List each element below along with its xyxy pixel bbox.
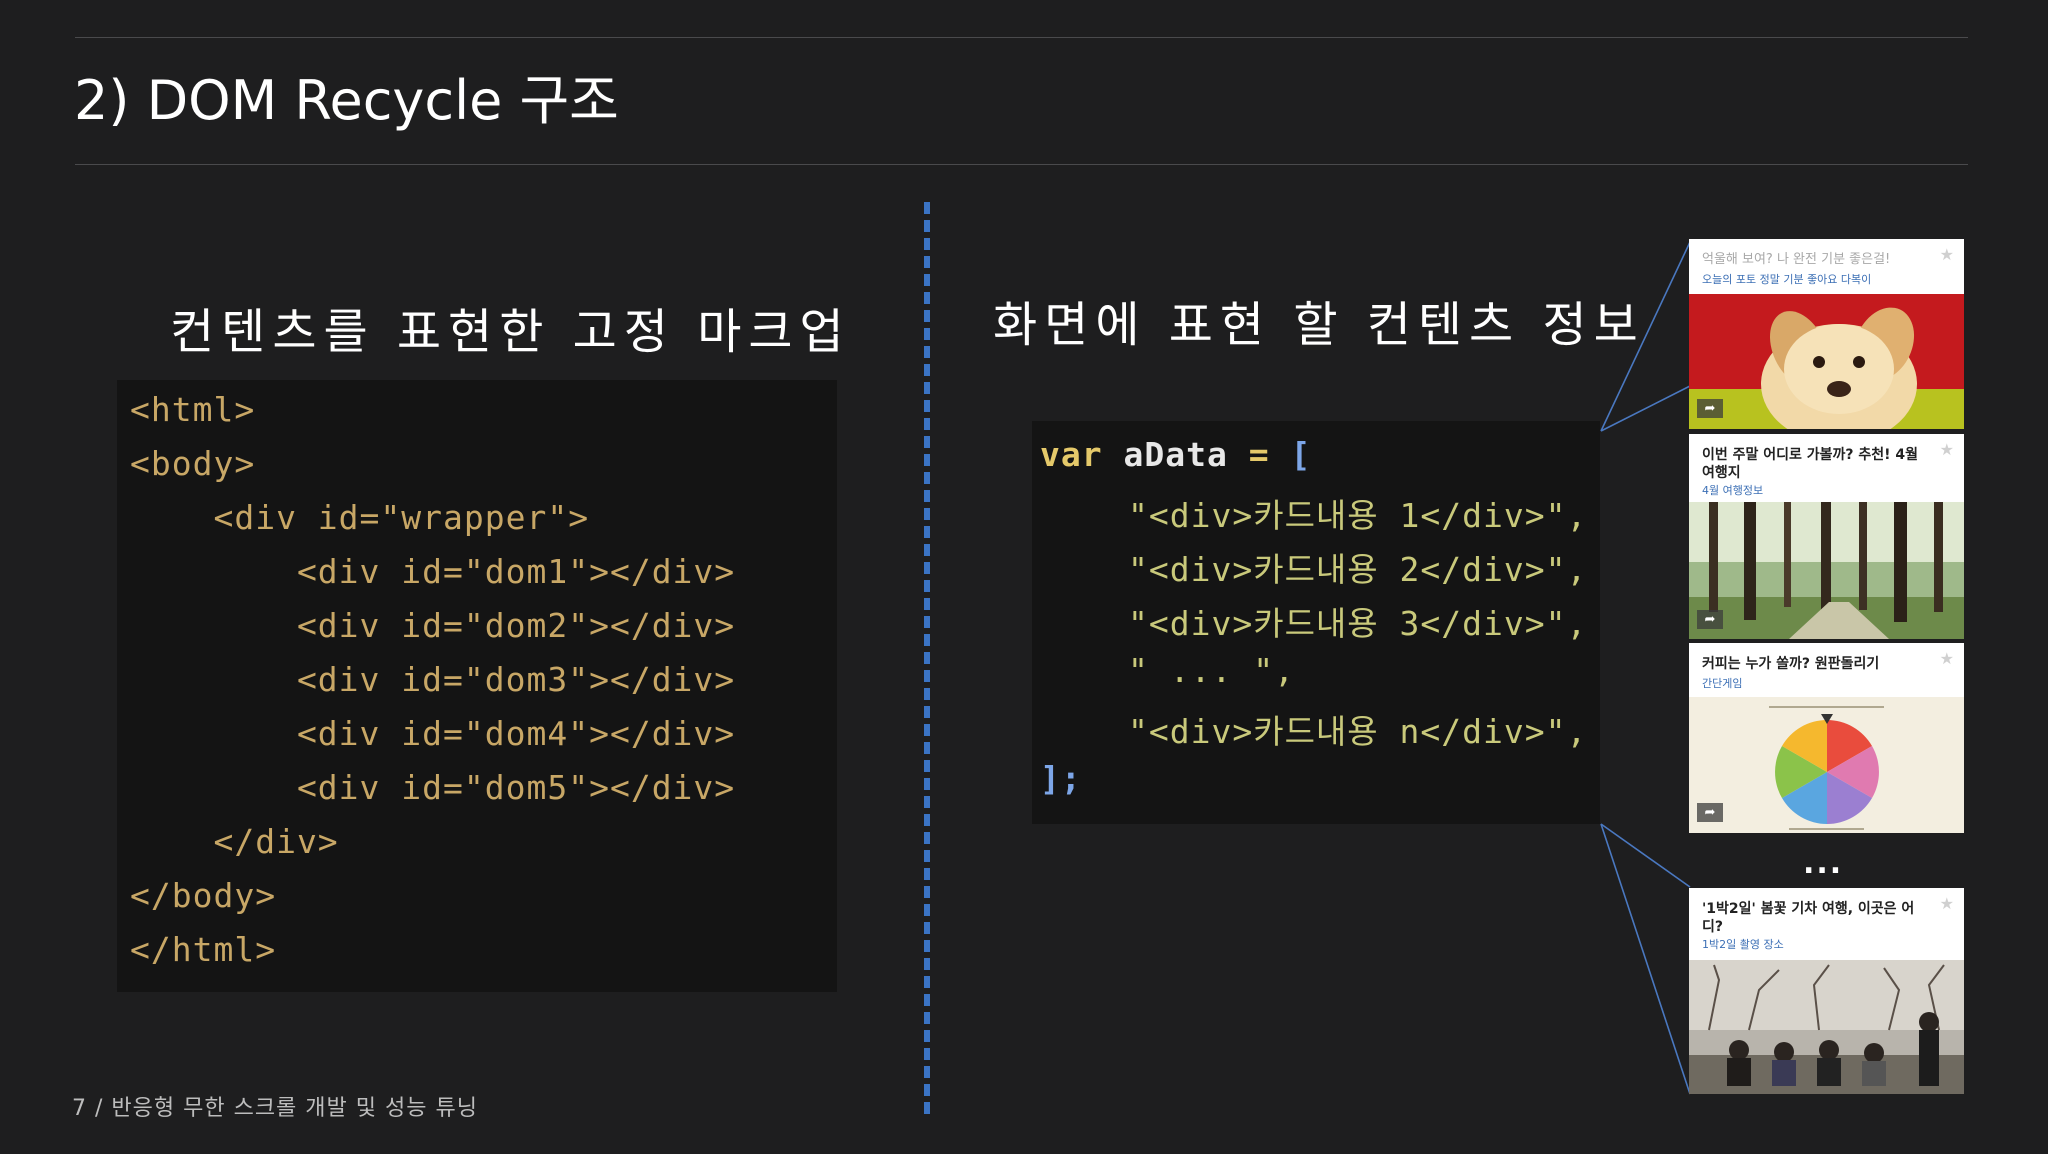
card-subtitle: 오늘의 포토 정말 기분 좋아요 다복이 bbox=[1702, 273, 1872, 286]
card-puppy[interactable]: 억울해 보여? 나 완전 기분 좋은걸! 오늘의 포토 정말 기분 좋아요 다복… bbox=[1689, 239, 1964, 429]
card-title: 억울해 보여? 나 완전 기분 좋은걸! bbox=[1702, 252, 1891, 267]
star-icon[interactable]: ★ bbox=[1940, 894, 1954, 913]
card-roulette[interactable]: 커피는 누가 쏠까? 원판돌리기 간단게임 ★ ➦ bbox=[1689, 643, 1964, 833]
card-title: '1박2일' 봄꽃 기차 여행, 이곳은 어디? bbox=[1702, 901, 1915, 935]
cards-ellipsis: ... bbox=[1803, 846, 1844, 881]
travel-photo bbox=[1689, 960, 1964, 1094]
share-icon[interactable]: ➦ bbox=[1697, 399, 1723, 418]
card-title: 커피는 누가 쏠까? 원판돌리기 bbox=[1702, 656, 1880, 672]
share-icon[interactable]: ➦ bbox=[1697, 610, 1723, 629]
star-icon[interactable]: ★ bbox=[1940, 440, 1954, 459]
card-subtitle: 간단게임 bbox=[1702, 677, 1743, 690]
puppy-photo bbox=[1689, 294, 1964, 429]
star-icon[interactable]: ★ bbox=[1940, 245, 1954, 264]
slide-footer: 7 / 반응형 무한 스크롤 개발 및 성능 튜닝 bbox=[72, 1096, 478, 1121]
connector-line-bottom-a bbox=[1600, 823, 1691, 888]
forest-photo bbox=[1689, 502, 1964, 639]
connector-line-bottom-b bbox=[1600, 823, 1691, 1095]
connector-line-top-a bbox=[1600, 241, 1691, 432]
roulette-image bbox=[1689, 697, 1964, 833]
card-title: 이번 주말 어디로 가볼까? 추천! 4월 여행지 bbox=[1702, 447, 1919, 481]
connector-line-top-b bbox=[1600, 385, 1691, 432]
card-subtitle: 1박2일 촬영 장소 bbox=[1702, 938, 1784, 951]
card-forest[interactable]: 이번 주말 어디로 가볼까? 추천! 4월 여행지 4월 여행정보 ★ ➦ bbox=[1689, 434, 1964, 639]
star-icon[interactable]: ★ bbox=[1940, 649, 1954, 668]
share-icon[interactable]: ➦ bbox=[1697, 803, 1723, 822]
card-subtitle: 4월 여행정보 bbox=[1702, 484, 1764, 497]
card-travel[interactable]: '1박2일' 봄꽃 기차 여행, 이곳은 어디? 1박2일 촬영 장소 ★ bbox=[1689, 888, 1964, 1094]
